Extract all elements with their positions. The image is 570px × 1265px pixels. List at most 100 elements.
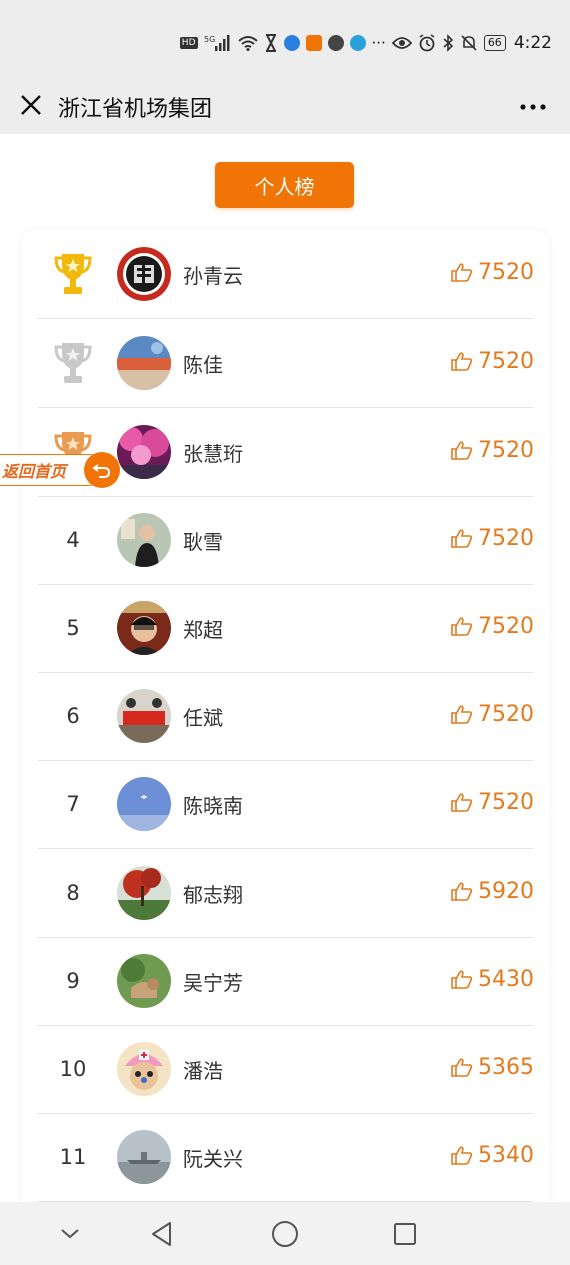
system-nav-bar xyxy=(0,1202,570,1265)
rank-badge xyxy=(51,230,95,318)
signal-icon: 5G xyxy=(204,34,232,52)
more-notifications-icon: ··· xyxy=(371,34,386,52)
hide-keyboard-button[interactable] xyxy=(52,1216,88,1252)
list-item[interactable]: 陈佳 7520 xyxy=(37,319,534,408)
avatar xyxy=(117,513,171,567)
avatar xyxy=(117,247,171,301)
chevron-down-icon xyxy=(61,1229,79,1239)
user-name: 孙青云 xyxy=(183,264,243,288)
recents-button[interactable] xyxy=(387,1216,423,1252)
list-item[interactable]: 8 郁志翔 5920 xyxy=(37,849,534,938)
avatar xyxy=(117,1042,171,1096)
score-value: 5430 xyxy=(478,966,534,992)
thumbs-up-icon xyxy=(451,882,473,901)
like-score[interactable]: 7520 xyxy=(450,256,534,288)
clock: 4:22 xyxy=(513,33,552,53)
score-value: 7520 xyxy=(478,348,534,374)
edge-icon xyxy=(349,35,366,51)
thumbs-up-icon xyxy=(451,263,473,282)
rank-number: 9 xyxy=(66,969,80,993)
score-value: 7520 xyxy=(478,525,534,551)
thumbs-up-icon xyxy=(451,529,473,548)
bluetooth-icon xyxy=(442,34,454,52)
user-name: 陈晓南 xyxy=(183,794,243,818)
user-name: 阮关兴 xyxy=(183,1147,243,1171)
signal-label: 5G xyxy=(204,35,215,44)
user-name: 任斌 xyxy=(183,706,223,730)
rank-number: 4 xyxy=(66,528,80,552)
list-item[interactable]: 孙青云 7520 xyxy=(37,230,534,319)
silver-trophy-icon xyxy=(54,343,92,383)
rank-number: 11 xyxy=(59,1145,87,1169)
alarm-icon xyxy=(418,34,436,52)
mute-bell-icon xyxy=(460,34,478,52)
status-icons: HD 5G ··· 66 4:22 xyxy=(179,30,552,56)
more-icon xyxy=(520,104,546,110)
page-title: 浙江省机场集团 xyxy=(58,97,213,122)
list-item[interactable]: 9 吴宁芳 5430 xyxy=(37,937,534,1026)
thumbs-up-icon xyxy=(451,441,473,460)
score-value: 5365 xyxy=(478,1054,534,1080)
hd-icon: HD xyxy=(179,37,198,49)
like-score[interactable]: 7520 xyxy=(450,434,534,466)
like-score[interactable]: 5430 xyxy=(450,963,534,995)
ranking-list: 孙青云 7520 陈佳 7520 张慧珩 7520 4 耿雪 7520 5 郑超… xyxy=(22,230,549,1202)
score-value: 5920 xyxy=(478,878,534,904)
list-item[interactable]: 11 阮关兴 5340 xyxy=(37,1113,534,1202)
like-score[interactable]: 7520 xyxy=(450,345,534,377)
rank-number: 6 xyxy=(66,704,80,728)
like-score[interactable]: 5365 xyxy=(450,1051,534,1083)
like-score[interactable]: 5920 xyxy=(450,875,534,907)
like-score[interactable]: 7520 xyxy=(450,698,534,730)
list-item[interactable]: 7 陈晓南 7520 xyxy=(37,760,534,849)
user-name: 陈佳 xyxy=(183,353,223,377)
user-name: 张慧珩 xyxy=(183,442,243,466)
list-item[interactable]: 5 郑超 7520 xyxy=(37,584,534,673)
avatar xyxy=(117,601,171,655)
thumbs-up-icon xyxy=(451,1146,473,1165)
like-score[interactable]: 7520 xyxy=(450,522,534,554)
browser-icon xyxy=(283,35,300,51)
back-home-button[interactable]: 返回首页 xyxy=(0,452,122,488)
score-value: 7520 xyxy=(478,701,534,727)
rank-number: 5 xyxy=(66,616,80,640)
thumbs-up-icon xyxy=(451,352,473,371)
score-value: 7520 xyxy=(478,259,534,285)
wifi-icon xyxy=(237,35,258,51)
title-bar: 浙江省机场集团 xyxy=(0,80,570,134)
rank-number: 7 xyxy=(66,792,80,816)
like-score[interactable]: 5340 xyxy=(450,1139,534,1171)
tab-personal-ranking[interactable]: 个人榜 xyxy=(215,162,354,208)
thumbs-up-icon xyxy=(451,705,473,724)
thumbs-up-icon xyxy=(451,617,473,636)
thumbs-up-icon xyxy=(451,970,473,989)
avatar xyxy=(117,866,171,920)
back-button[interactable] xyxy=(145,1216,181,1252)
close-button[interactable] xyxy=(14,88,48,122)
like-score[interactable]: 7520 xyxy=(450,786,534,818)
rank-number: 10 xyxy=(59,1057,87,1081)
score-value: 7520 xyxy=(478,613,534,639)
home-button[interactable] xyxy=(267,1216,303,1252)
rank-badge xyxy=(51,319,95,407)
user-name: 耿雪 xyxy=(183,530,223,554)
avatar xyxy=(117,1130,171,1184)
user-name: 郑超 xyxy=(183,618,223,642)
avatar xyxy=(117,777,171,831)
avatar xyxy=(117,336,171,390)
list-item[interactable]: 6 任斌 7520 xyxy=(37,672,534,761)
battery-icon: 66 xyxy=(483,35,506,51)
video-app-icon xyxy=(305,35,322,51)
rank-number: 8 xyxy=(66,881,80,905)
maps-app-icon xyxy=(327,35,344,51)
avatar xyxy=(117,425,171,479)
avatar xyxy=(117,954,171,1008)
like-score[interactable]: 7520 xyxy=(450,610,534,642)
list-item[interactable]: 4 耿雪 7520 xyxy=(37,496,534,585)
list-item[interactable]: 10 潘浩 5365 xyxy=(37,1025,534,1114)
more-menu-button[interactable] xyxy=(516,90,550,124)
hourglass-icon xyxy=(264,34,278,52)
user-name: 吴宁芳 xyxy=(183,971,243,995)
thumbs-up-icon xyxy=(451,793,473,812)
recents-square-icon xyxy=(394,1223,416,1245)
